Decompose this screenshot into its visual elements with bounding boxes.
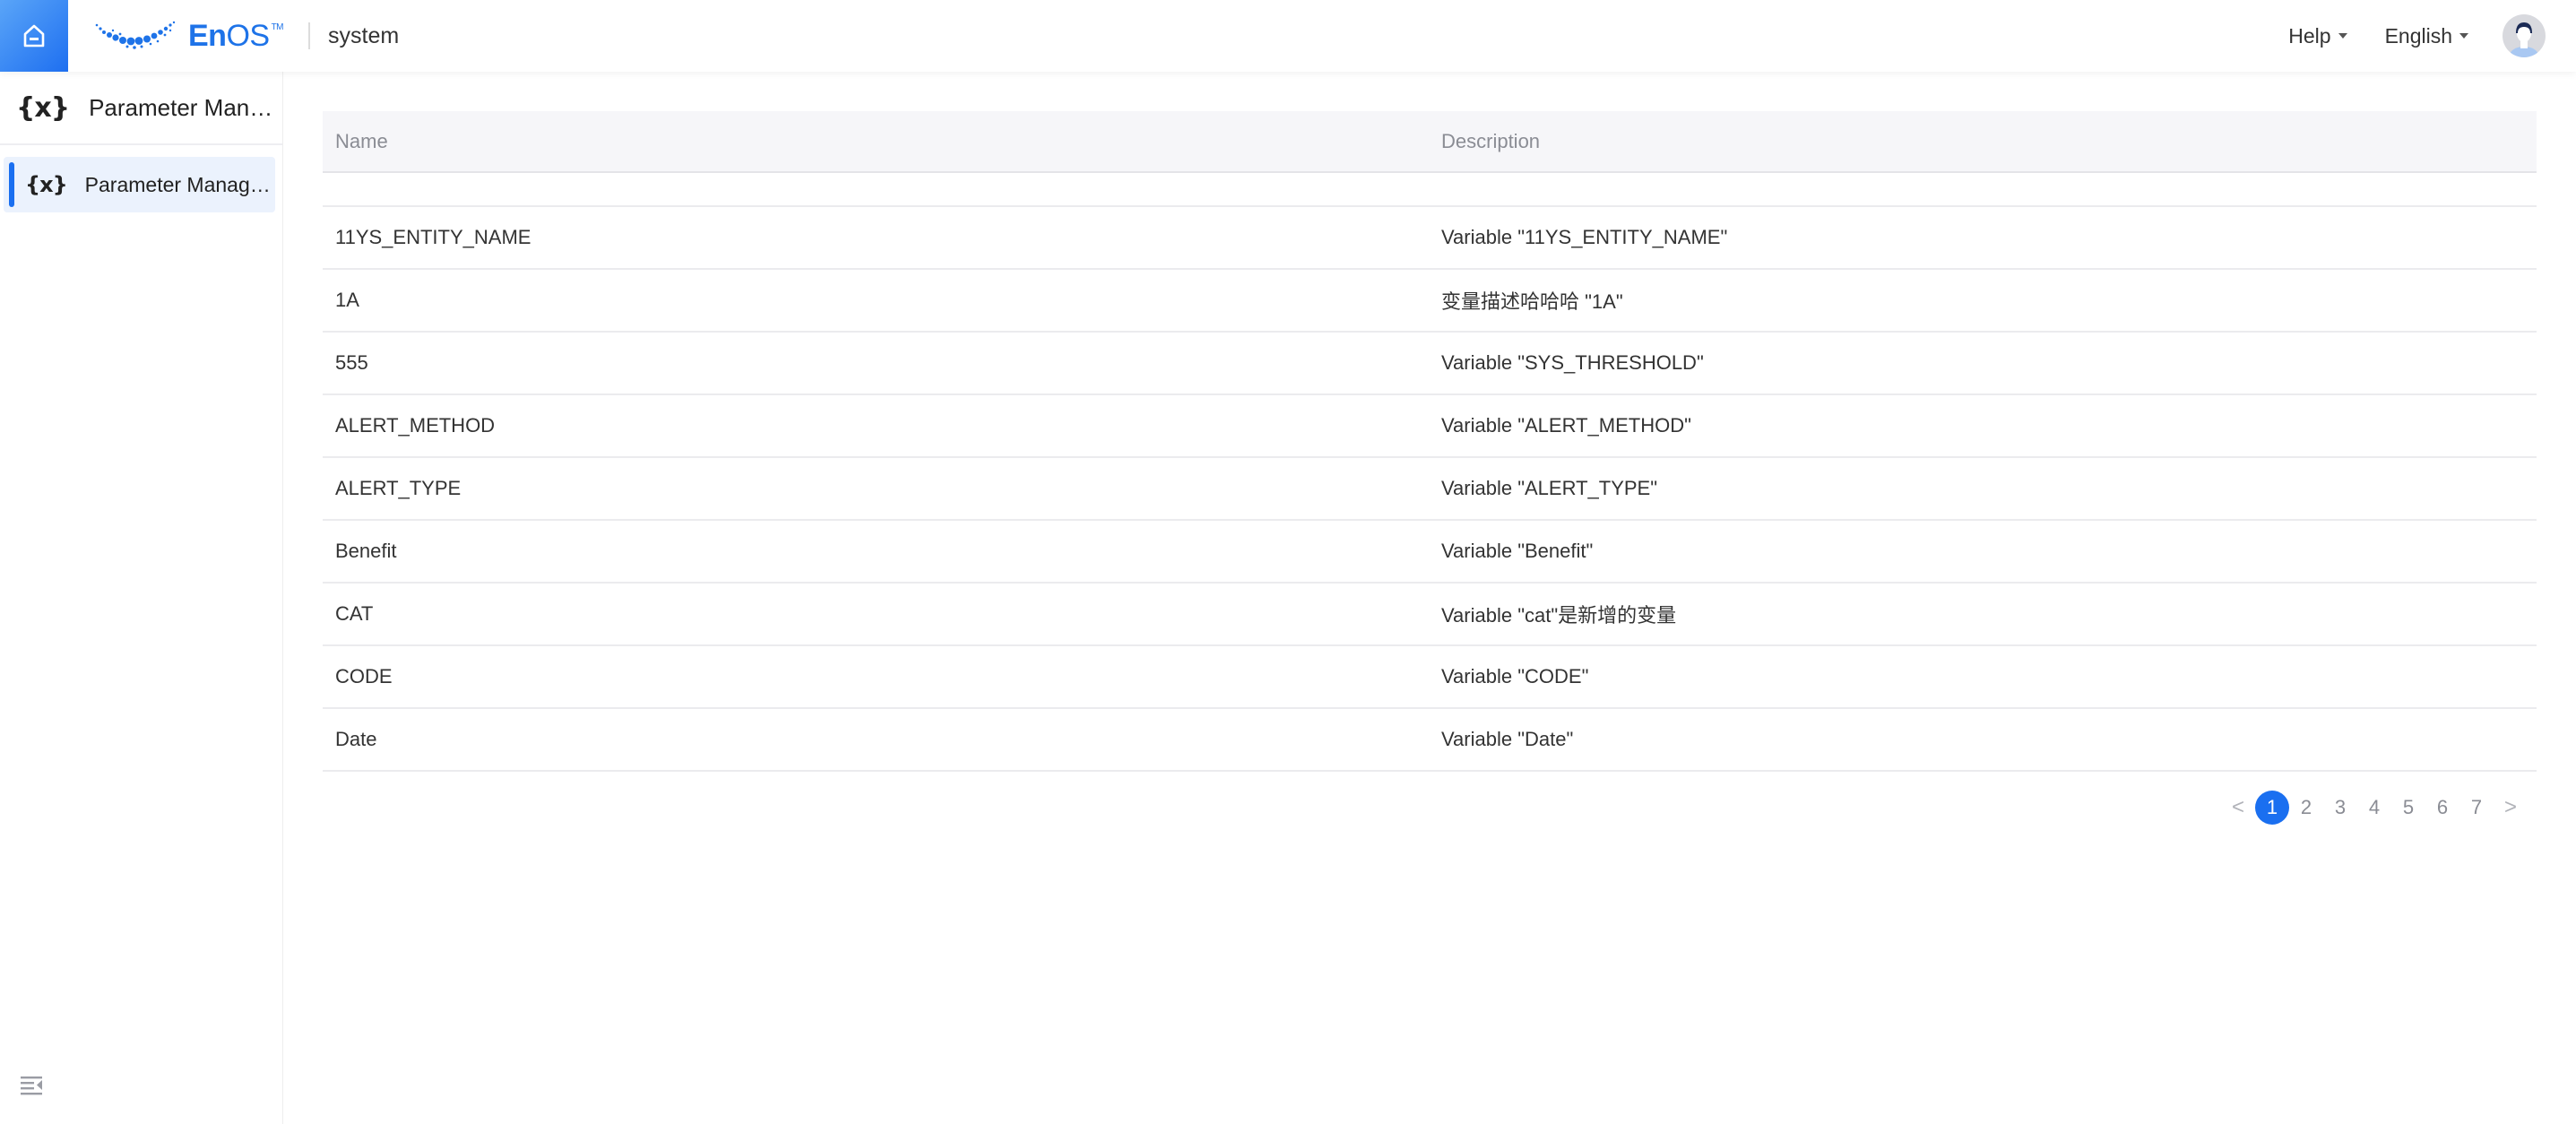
app-name: system: [328, 22, 400, 48]
logo-text: EnOS TM: [188, 18, 284, 53]
variable-icon: {x}: [16, 91, 70, 124]
page-4-button[interactable]: 4: [2357, 791, 2391, 825]
cell-description: Variable "Date": [1441, 728, 1574, 750]
variable-icon: {x}: [25, 172, 68, 197]
home-button[interactable]: [0, 0, 68, 72]
table-row[interactable]: Benefit Variable "Benefit": [323, 521, 2537, 584]
table-row[interactable]: 1A 变量描述哈哈哈 "1A": [323, 270, 2537, 333]
cell-name: 1A: [335, 289, 359, 311]
sidebar-title: {x} Parameter Manag...: [0, 72, 282, 145]
main-content: Name Description 11YS_ENTITY_NAME Variabl…: [283, 72, 2576, 1124]
table-row[interactable]: Date Variable "Date": [323, 709, 2537, 772]
table-row[interactable]: ALERT_TYPE Variable "ALERT_TYPE": [323, 458, 2537, 521]
cell-name: Benefit: [335, 540, 397, 562]
header-divider: [308, 22, 311, 49]
cell-description: Variable "ALERT_TYPE": [1441, 477, 1658, 499]
language-menu[interactable]: English: [2385, 24, 2468, 48]
sidebar-item-label: Parameter Manage...: [84, 172, 275, 196]
user-avatar[interactable]: [2503, 14, 2546, 57]
column-header-name[interactable]: Name: [323, 130, 1429, 153]
page-7-button[interactable]: 7: [2459, 791, 2494, 825]
collapse-menu-icon: [21, 1076, 42, 1095]
cell-description: Variable "CODE": [1441, 665, 1589, 687]
language-label: English: [2384, 23, 2452, 48]
caret-down-icon: [2459, 33, 2468, 39]
page-1-button[interactable]: 1: [2255, 791, 2289, 825]
enos-logo[interactable]: EnOS TM: [93, 0, 284, 72]
page-3-button[interactable]: 3: [2323, 791, 2357, 825]
caret-down-icon: [2338, 33, 2347, 39]
table-header: Name Description: [323, 111, 2537, 173]
cell-name: CAT: [335, 602, 374, 625]
sidebar-item-parameter-management[interactable]: {x} Parameter Manage...: [4, 157, 275, 212]
cell-name: ALERT_METHOD: [335, 414, 496, 437]
table-row[interactable]: CODE Variable "CODE": [323, 646, 2537, 709]
active-indicator: [9, 162, 14, 207]
help-menu[interactable]: Help: [2288, 24, 2347, 48]
cell-description: Variable "cat"是新增的变量: [1441, 604, 1677, 627]
collapse-sidebar-button[interactable]: [18, 1070, 45, 1097]
cell-name: 555: [335, 351, 368, 374]
cell-description: Variable "SYS_THRESHOLD": [1441, 351, 1704, 374]
table-empty-row: [323, 173, 2537, 207]
cell-description: Variable "Benefit": [1441, 540, 1594, 562]
table-body: 11YS_ENTITY_NAME Variable "11YS_ENTITY_NA…: [323, 207, 2537, 772]
page-6-button[interactable]: 6: [2425, 791, 2459, 825]
page-2-button[interactable]: 2: [2289, 791, 2323, 825]
cell-description: Variable "ALERT_METHOD": [1441, 414, 1691, 437]
next-page-button[interactable]: >: [2494, 791, 2528, 825]
pagination: < 1234567 >: [2221, 791, 2528, 825]
table-row[interactable]: CAT Variable "cat"是新增的变量: [323, 584, 2537, 646]
sidebar: {x} Parameter Manag... {x} Parameter Man…: [0, 72, 283, 1124]
cell-name: CODE: [335, 665, 393, 687]
help-label: Help: [2288, 23, 2331, 48]
cell-description: 变量描述哈哈哈 "1A": [1441, 290, 1623, 313]
prev-page-button[interactable]: <: [2221, 791, 2255, 825]
column-header-description[interactable]: Description: [1429, 130, 2537, 153]
cell-name: 11YS_ENTITY_NAME: [335, 226, 532, 248]
logo-dots-icon: [95, 21, 176, 49]
cell-name: Date: [335, 728, 377, 750]
table-row[interactable]: ALERT_METHOD Variable "ALERT_METHOD": [323, 395, 2537, 458]
page-5-button[interactable]: 5: [2391, 791, 2425, 825]
table-row[interactable]: 555 Variable "SYS_THRESHOLD": [323, 333, 2537, 395]
cell-name: ALERT_TYPE: [335, 477, 462, 499]
top-header: EnOS TM system Help English: [0, 0, 2576, 72]
parameter-table: Name Description 11YS_ENTITY_NAME Variabl…: [323, 111, 2537, 772]
home-icon: [23, 24, 45, 48]
cell-description: Variable "11YS_ENTITY_NAME": [1441, 226, 1728, 248]
user-avatar-icon: [2510, 22, 2538, 57]
sidebar-title-label: Parameter Manag...: [89, 93, 282, 121]
table-row[interactable]: 11YS_ENTITY_NAME Variable "11YS_ENTITY_NA…: [323, 207, 2537, 270]
